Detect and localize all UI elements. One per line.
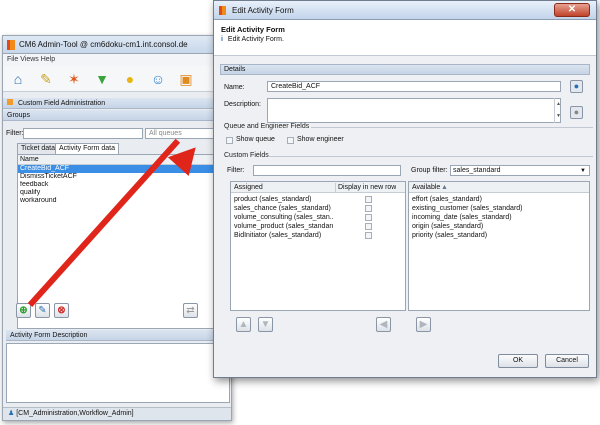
custom-fields-title: Custom Fields — [224, 152, 269, 159]
show-queue-checkbox[interactable] — [226, 137, 233, 144]
language-button[interactable]: ● — [570, 80, 583, 93]
table-row[interactable]: sales_chance (sales_standard) — [232, 204, 333, 213]
dialog-header: Edit Activity Form i Edit Activity Form. — [214, 20, 596, 56]
delete-button[interactable]: ⊗ — [54, 303, 69, 318]
status-text: [CM_Administration,Workflow_Admin] — [16, 410, 134, 417]
tools-icon[interactable]: ✎ — [37, 71, 55, 87]
group-filter-select[interactable]: sales_standard ▼ — [450, 165, 590, 176]
chevron-down-icon: ▼ — [580, 168, 586, 174]
tab-ticket-data[interactable]: Ticket data — [17, 143, 59, 154]
filter-icon[interactable]: ▼ — [93, 71, 111, 87]
section-title: Custom Field Administration — [17, 100, 106, 107]
dialog-subheading-row: i Edit Activity Form. — [221, 36, 596, 43]
table-row[interactable]: priority (sales_standard) — [410, 231, 586, 240]
list-item[interactable]: CreateBid_ACF — [18, 165, 230, 173]
show-engineer-checkbox[interactable] — [287, 137, 294, 144]
admin-window-titlebar: CM6 Admin-Tool @ cm6doku-cm1.int.consol.… — [3, 36, 231, 54]
display-new-row-checkbox[interactable] — [365, 214, 372, 221]
display-new-row-checkbox[interactable] — [365, 196, 372, 203]
coins-icon[interactable]: ● — [121, 71, 139, 87]
description-options-button[interactable]: ● — [570, 106, 583, 119]
tab-activity-form-data[interactable]: Activity Form data — [55, 143, 120, 154]
ok-button[interactable]: OK — [498, 354, 538, 368]
description-scrollbar[interactable]: ▲ ▼ — [554, 98, 562, 123]
mask-icon[interactable]: ✶ — [65, 71, 83, 87]
app-icon — [7, 39, 15, 50]
description-input[interactable] — [267, 98, 561, 123]
bg-filter-label: Filter: — [6, 130, 24, 137]
display-new-row-header[interactable]: Display in new row — [335, 183, 396, 192]
table-row[interactable]: BidInitiator (sales_standard) — [232, 231, 333, 240]
edit-button[interactable]: ✎ — [35, 303, 50, 318]
display-new-row-checkbox[interactable] — [365, 232, 372, 239]
status-bar: ♟ [CM_Administration,Workflow_Admin] — [3, 407, 231, 420]
table-row[interactable]: existing_customer (sales_standard) — [410, 204, 586, 213]
move-up-button[interactable]: ▲ — [236, 317, 251, 332]
section-icon — [7, 99, 13, 105]
table-row[interactable]: volume_product (sales_standard) — [232, 222, 333, 231]
description-area[interactable] — [6, 343, 230, 403]
name-input[interactable]: CreateBid_ACF — [267, 81, 561, 92]
admin-window-title: CM6 Admin-Tool @ cm6doku-cm1.int.consol.… — [19, 40, 188, 49]
move-button[interactable]: ⇄ — [183, 303, 198, 318]
display-new-row-checkbox[interactable] — [365, 205, 372, 212]
dialog-app-icon — [219, 6, 226, 15]
home-icon[interactable]: ⌂ — [9, 71, 27, 87]
assigned-table: Assigned Display in new row product (sal… — [230, 181, 406, 311]
groups-header: Groups — [3, 110, 231, 121]
section-header: Custom Field Administration — [3, 98, 231, 109]
bg-filter-input[interactable] — [23, 128, 143, 139]
edit-activity-form-dialog: Edit Activity Form ✕ Edit Activity Form … — [213, 0, 597, 378]
main-toolbar: ⌂ ✎ ✶ ▼ ● ☺ ▣ — [3, 66, 231, 92]
info-icon: i — [221, 36, 223, 43]
description-header: Activity Form Description — [6, 330, 230, 341]
cancel-button[interactable]: Cancel — [545, 354, 589, 368]
table-row[interactable]: product (sales_standard) — [232, 195, 333, 204]
cf-filter-label: Filter: — [227, 167, 245, 174]
close-button[interactable]: ✕ — [554, 3, 590, 17]
users-icon[interactable]: ☺ — [149, 71, 167, 87]
name-label: Name: — [224, 84, 245, 91]
group-filter-label: Group filter: — [411, 167, 448, 174]
divider — [268, 156, 593, 157]
description-label: Description: — [224, 101, 261, 108]
dialog-title: Edit Activity Form — [232, 6, 294, 15]
contacts-icon[interactable]: ▣ — [177, 71, 195, 87]
list-item[interactable]: feedback — [18, 181, 230, 189]
table-row[interactable]: incoming_date (sales_standard) — [410, 213, 586, 222]
menu-bar[interactable]: File Views Help — [3, 54, 231, 66]
table-row[interactable]: origin (sales_standard) — [410, 222, 586, 231]
add-field-button[interactable]: ◀ — [376, 317, 391, 332]
dialog-titlebar: Edit Activity Form ✕ — [214, 1, 596, 20]
available-table: Available ▲ effort (sales_standard) exis… — [408, 181, 590, 311]
remove-field-button[interactable]: ▶ — [416, 317, 431, 332]
user-icon: ♟ — [8, 410, 15, 417]
dialog-subheading: Edit Activity Form. — [227, 36, 284, 43]
admin-tool-window: CM6 Admin-Tool @ cm6doku-cm1.int.consol.… — [2, 35, 232, 421]
add-button[interactable]: ⊕ — [16, 303, 31, 318]
available-header[interactable]: Available — [410, 183, 440, 192]
show-engineer-label: Show engineer — [297, 136, 344, 143]
table-row[interactable]: effort (sales_standard) — [410, 195, 586, 204]
show-queue-label: Show queue — [236, 136, 275, 143]
divider — [311, 127, 593, 128]
dialog-heading: Edit Activity Form — [221, 25, 285, 34]
details-header: Details — [220, 64, 590, 75]
table-row[interactable]: volume_consulting (sales_stan... — [232, 213, 333, 222]
display-new-row-checkbox[interactable] — [365, 223, 372, 230]
assigned-header[interactable]: Assigned — [232, 183, 263, 192]
group-filter-value: sales_standard — [453, 167, 501, 174]
sort-asc-icon: ▲ — [441, 184, 448, 191]
list-item[interactable]: DismissTicketACF — [18, 173, 230, 181]
move-down-button[interactable]: ▼ — [258, 317, 273, 332]
cf-filter-input[interactable] — [253, 165, 401, 176]
queue-engineer-title: Queue and Engineer Fields — [224, 123, 310, 130]
